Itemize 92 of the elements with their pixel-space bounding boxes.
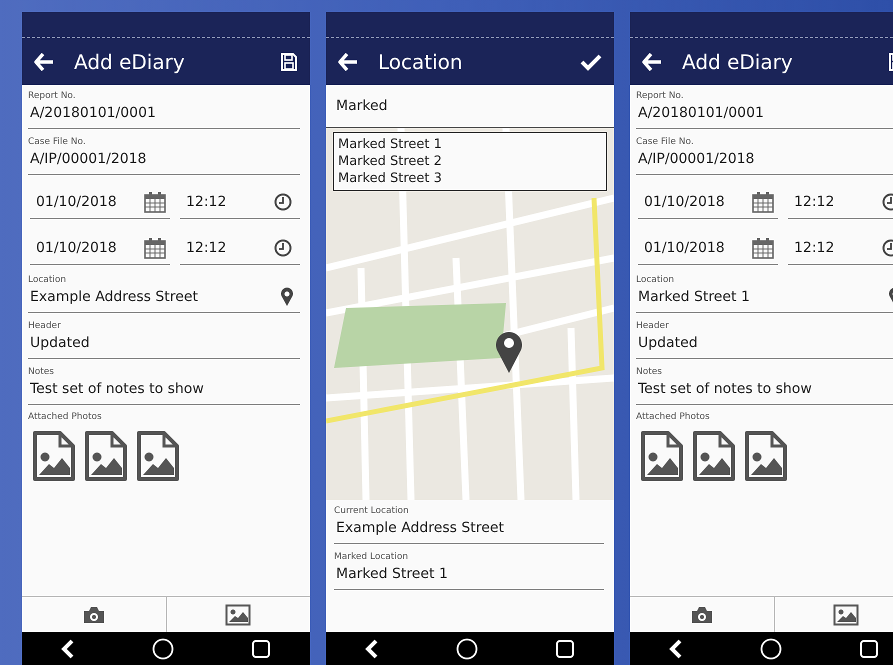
location-field[interactable]: Location Example Address Street	[28, 273, 300, 313]
field-value: Example Address Street	[29, 288, 198, 307]
nav-recents-icon[interactable]	[555, 638, 576, 658]
image-icon[interactable]	[225, 604, 252, 626]
field-value: Example Address Street	[335, 519, 505, 538]
suggestion-item[interactable]: Marked Street 1	[338, 136, 602, 153]
camera-icon[interactable]	[690, 606, 713, 624]
field-label: Report No.	[28, 90, 77, 103]
nav-back-icon[interactable]	[60, 638, 75, 658]
time-field[interactable]: 12:12	[788, 185, 893, 219]
text-field[interactable]: Notes Test set of notes to show	[636, 365, 893, 405]
suggestion-item[interactable]: Marked Street 3	[338, 170, 602, 187]
field-label: Notes	[636, 366, 663, 379]
text-field[interactable]: Header Updated	[636, 319, 893, 359]
nav-recents-icon[interactable]	[251, 638, 272, 658]
date-value: 01/10/2018	[35, 238, 117, 258]
section-label: Attached Photos	[28, 411, 103, 424]
time-field[interactable]: 12:12	[180, 185, 300, 219]
screen-title: Add eDiary	[682, 50, 794, 74]
text-field[interactable]: Case File No. A/IP/00001/2018	[28, 135, 300, 175]
suggestion-item[interactable]: Marked Street 2	[338, 153, 602, 170]
nav-home-icon[interactable]	[760, 638, 782, 660]
nav-back-icon[interactable]	[668, 638, 683, 658]
section-label: Attached Photos	[636, 411, 711, 424]
nav-home-icon[interactable]	[456, 638, 478, 660]
screen-title: Location	[378, 50, 464, 74]
date-value: 01/10/2018	[35, 192, 117, 212]
field-label: Header	[28, 320, 62, 333]
time-value: 12:12	[793, 238, 834, 258]
image-icon[interactable]	[833, 604, 860, 626]
screen-title: Add eDiary	[74, 50, 186, 74]
back-arrow-icon[interactable]	[338, 52, 358, 70]
date-field[interactable]: 01/10/2018	[638, 185, 778, 219]
image-file-icon[interactable]	[84, 430, 128, 482]
checkmark-icon[interactable]	[580, 52, 602, 70]
field-value: A/20180101/0001	[29, 104, 157, 123]
date-value: 01/10/2018	[643, 238, 725, 258]
time-field[interactable]: 12:12	[788, 231, 893, 265]
calendar-icon[interactable]	[752, 190, 774, 212]
text-field[interactable]: Current Location Example Address Street	[334, 504, 604, 544]
time-field[interactable]: 12:12	[180, 231, 300, 265]
camera-icon[interactable]	[82, 606, 105, 624]
field-value: Marked Street 1	[637, 288, 750, 307]
field-label: Current Location	[334, 505, 410, 518]
text-field[interactable]: Marked Location Marked Street 1	[334, 550, 604, 590]
nav-recents-icon[interactable]	[859, 638, 880, 658]
back-arrow-icon[interactable]	[34, 52, 54, 70]
field-label: Location	[636, 274, 676, 287]
image-file-icon[interactable]	[136, 430, 180, 482]
time-value: 12:12	[185, 238, 226, 258]
time-value: 12:12	[185, 192, 226, 212]
field-value: A/IP/00001/2018	[29, 150, 148, 169]
field-value: A/20180101/0001	[637, 104, 765, 123]
field-value: Updated	[29, 334, 91, 353]
location-field[interactable]: Location Marked Street 1	[636, 273, 893, 313]
calendar-icon[interactable]	[144, 190, 166, 212]
field-label: Case File No.	[636, 136, 695, 149]
field-value: A/IP/00001/2018	[637, 150, 756, 169]
field-label: Case File No.	[28, 136, 87, 149]
field-label: Report No.	[636, 90, 685, 103]
back-arrow-icon[interactable]	[642, 52, 662, 70]
save-icon[interactable]	[280, 52, 298, 72]
field-value: Updated	[637, 334, 699, 353]
nav-back-icon[interactable]	[364, 638, 379, 658]
date-field[interactable]: 01/10/2018	[30, 185, 170, 219]
field-label: Marked Location	[334, 551, 410, 564]
date-value: 01/10/2018	[643, 192, 725, 212]
field-label: Header	[636, 320, 670, 333]
search-value: Marked	[335, 97, 388, 116]
date-field[interactable]: 01/10/2018	[638, 231, 778, 265]
nav-home-icon[interactable]	[152, 638, 174, 660]
text-field[interactable]: Case File No. A/IP/00001/2018	[636, 135, 893, 175]
clock-icon[interactable]	[274, 192, 292, 210]
image-file-icon[interactable]	[692, 430, 736, 482]
map-pin-icon[interactable]	[280, 287, 294, 307]
text-field[interactable]: Report No. A/20180101/0001	[636, 89, 893, 129]
field-value: Test set of notes to show	[29, 380, 205, 399]
calendar-icon[interactable]	[752, 236, 774, 258]
field-value: Marked Street 1	[335, 565, 449, 584]
field-label: Notes	[28, 366, 55, 379]
image-file-icon[interactable]	[32, 430, 76, 482]
image-file-icon[interactable]	[744, 430, 788, 482]
image-file-icon[interactable]	[640, 430, 684, 482]
text-field[interactable]: Notes Test set of notes to show	[28, 365, 300, 405]
text-field[interactable]: Header Updated	[28, 319, 300, 359]
clock-icon[interactable]	[274, 238, 292, 256]
text-field[interactable]: Report No. A/20180101/0001	[28, 89, 300, 129]
time-value: 12:12	[793, 192, 834, 212]
calendar-icon[interactable]	[144, 236, 166, 258]
field-value: Test set of notes to show	[637, 380, 813, 399]
date-field[interactable]: 01/10/2018	[30, 231, 170, 265]
field-label: Location	[28, 274, 68, 287]
